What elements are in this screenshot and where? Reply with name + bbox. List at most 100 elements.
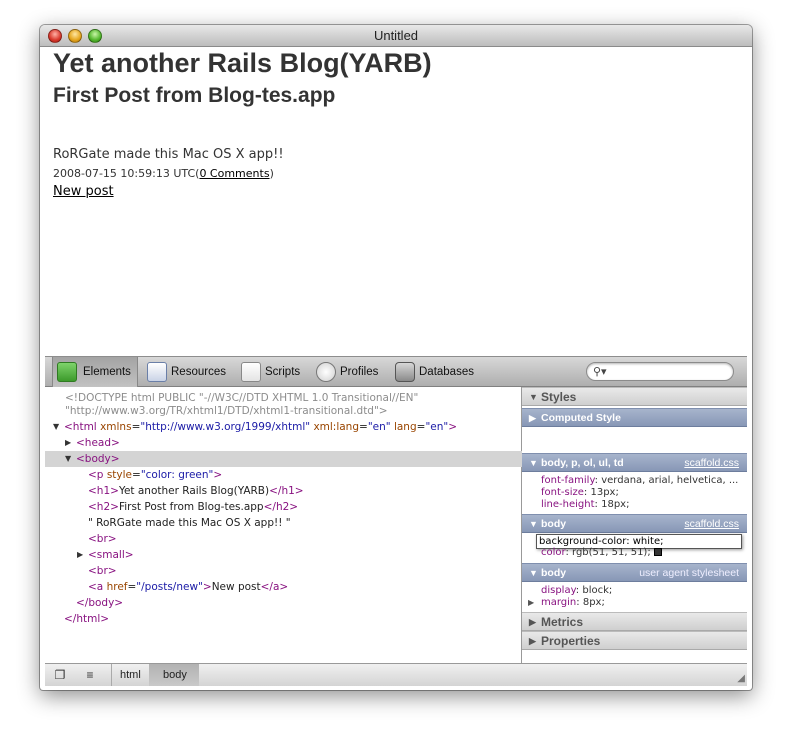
- search-icon: ⚲▾: [593, 366, 607, 378]
- elements-tab[interactable]: Elements: [52, 357, 138, 387]
- h2-open-tag: <h2>: [88, 501, 119, 513]
- expanded-triangle-icon: ▼: [529, 392, 538, 402]
- br-node[interactable]: <br>: [45, 563, 522, 579]
- collapsed-triangle-icon: ▶: [529, 413, 536, 423]
- rule2-prop-color[interactable]: color: rgb(51, 51, 51);: [541, 547, 662, 559]
- doctype-line-2[interactable]: "http://www.w3.org/TR/xhtml1/DTD/xhtml1-…: [45, 403, 522, 419]
- prop-value: 8px;: [582, 597, 605, 608]
- rule3-prop-2[interactable]: ▶ margin: 8px;: [528, 597, 605, 609]
- inspector-toolbar: Elements Resources Scripts Profiles Data…: [45, 356, 747, 387]
- computed-style-header[interactable]: ▶ Computed Style: [522, 408, 747, 427]
- breadcrumb-html[interactable]: html: [111, 664, 149, 686]
- prop-name: color: [541, 547, 566, 558]
- body-node[interactable]: ▼ <body>: [45, 451, 522, 467]
- rule2-header[interactable]: ▼ body scaffold.css: [522, 514, 747, 533]
- rule3-prop-1[interactable]: display: block;: [541, 585, 612, 597]
- rule1-prop-3[interactable]: line-height: 18px;: [541, 499, 629, 511]
- expanded-triangle-icon[interactable]: ▼: [65, 451, 71, 467]
- html-val-xmllang: "en": [367, 421, 391, 433]
- a-tag: <a: [88, 581, 104, 593]
- text-node-content: " RoRGate made this Mac OS X app!! ": [88, 517, 291, 529]
- profiles-tab-label: Profiles: [340, 366, 379, 378]
- p-node[interactable]: <p style="color: green">: [45, 467, 522, 483]
- stopwatch-icon: [316, 362, 336, 382]
- body-close-tag: </body>: [76, 597, 124, 609]
- post-title: First Post from Blog-tes.app: [53, 84, 336, 107]
- a-node[interactable]: <a href="/posts/new">New post</a>: [45, 579, 522, 595]
- post-timestamp: 2008-07-15 10:59:13 UTC: [53, 167, 196, 180]
- br-node[interactable]: <br>: [45, 531, 522, 547]
- window-title: Untitled: [373, 28, 419, 43]
- database-icon: [395, 362, 415, 382]
- expanded-triangle-icon: ▼: [529, 458, 538, 468]
- rule3-selector: body: [541, 567, 567, 579]
- prop-name: margin: [541, 597, 577, 608]
- br-tag: <br>: [88, 533, 117, 545]
- metrics-header-label: Metrics: [541, 615, 584, 629]
- collapsed-triangle-icon: ▶: [529, 617, 536, 627]
- styles-header-label: Styles: [541, 390, 577, 404]
- h1-node[interactable]: <h1>Yet another Rails Blog(YARB)</h1>: [45, 483, 522, 499]
- rule2-source-link[interactable]: scaffold.css: [684, 515, 739, 534]
- rule1-prop-1[interactable]: font-family: verdana, arial, helvetica, …: [541, 475, 738, 487]
- databases-tab-label: Databases: [419, 366, 474, 378]
- databases-tab[interactable]: Databases: [393, 357, 477, 387]
- text-node[interactable]: " RoRGate made this Mac OS X app!! ": [45, 515, 522, 531]
- h2-node[interactable]: <h2>First Post from Blog-tes.app</h2>: [45, 499, 522, 515]
- computed-style-label: Computed Style: [541, 412, 621, 424]
- rule1-selector: body, p, ol, ul, td: [541, 457, 624, 469]
- comments-link[interactable]: 0 Comments: [199, 167, 269, 180]
- scripts-tab[interactable]: Scripts: [239, 357, 309, 387]
- html-attr-xmllang: xml:lang: [313, 421, 360, 433]
- inspector-status-bar: ❐ ≡ html body ◢: [45, 663, 747, 686]
- browser-window: Untitled Yet another Rails Blog(YARB) Fi…: [40, 25, 752, 690]
- body-tag: <body>: [76, 453, 120, 465]
- p-val-style: "color: green": [140, 469, 214, 481]
- html-close-node[interactable]: </html>: [45, 611, 522, 627]
- zoom-window-button[interactable]: [88, 29, 102, 43]
- resources-tab[interactable]: Resources: [145, 357, 231, 387]
- expanded-triangle-icon[interactable]: ▼: [53, 419, 59, 435]
- scripts-icon: [241, 362, 261, 382]
- collapsed-triangle-icon[interactable]: ▶: [528, 597, 534, 609]
- prop-name: font-family: [541, 475, 595, 486]
- close-window-button[interactable]: [48, 29, 62, 43]
- title-bar: Untitled: [40, 25, 752, 47]
- collapsed-triangle-icon[interactable]: ▶: [77, 547, 83, 563]
- resources-icon: [147, 362, 167, 382]
- minimize-window-button[interactable]: [68, 29, 82, 43]
- html-tag: <html: [64, 421, 97, 433]
- rule3-header[interactable]: ▼ body user agent stylesheet: [522, 563, 747, 582]
- body-close-node[interactable]: </body>: [45, 595, 522, 611]
- color-swatch-icon[interactable]: [653, 548, 662, 556]
- rule1-prop-2[interactable]: font-size: 13px;: [541, 487, 619, 499]
- prop-value: 13px;: [590, 487, 619, 498]
- search-input[interactable]: ⚲▾: [586, 362, 734, 381]
- small-node[interactable]: ▶ <small>: [45, 547, 522, 563]
- rule1-source-link[interactable]: scaffold.css: [684, 454, 739, 473]
- post-body: RoRGate made this Mac OS X app!!: [53, 147, 284, 162]
- h1-close-tag: </h1>: [269, 485, 304, 497]
- profiles-tab[interactable]: Profiles: [314, 357, 384, 387]
- styles-section-header[interactable]: ▼ Styles: [522, 387, 747, 406]
- post-meta: 2008-07-15 10:59:13 UTC(0 Comments): [53, 167, 274, 180]
- console-icon[interactable]: ≡: [81, 668, 99, 683]
- h2-close-tag: </h2>: [263, 501, 299, 513]
- h1-open-tag: <h1>: [88, 485, 119, 497]
- rule1-header[interactable]: ▼ body, p, ol, ul, td scaffold.css: [522, 453, 747, 472]
- head-node[interactable]: ▶ <head>: [45, 435, 522, 451]
- prop-name: line-height: [541, 499, 595, 510]
- breadcrumb-body[interactable]: body: [149, 664, 199, 686]
- html-node[interactable]: ▼ <html xmlns="http://www.w3.org/1999/xh…: [45, 419, 522, 435]
- doctype-text-2: "http://www.w3.org/TR/xhtml1/DTD/xhtml1-…: [65, 405, 388, 417]
- p-tag: <p: [88, 469, 104, 481]
- dock-toggle-icon[interactable]: ❐: [51, 668, 69, 683]
- new-post-link[interactable]: New post: [53, 184, 114, 199]
- collapsed-triangle-icon[interactable]: ▶: [65, 435, 71, 451]
- metrics-section-header[interactable]: ▶ Metrics: [522, 612, 747, 631]
- resize-grip-icon[interactable]: ◢: [737, 673, 745, 684]
- dom-tree: <!DOCTYPE html PUBLIC "-//W3C//DTD XHTML…: [45, 387, 522, 663]
- properties-section-header[interactable]: ▶ Properties: [522, 631, 747, 650]
- scripts-tab-label: Scripts: [265, 366, 301, 378]
- prop-value: rgb(51, 51, 51);: [572, 547, 651, 558]
